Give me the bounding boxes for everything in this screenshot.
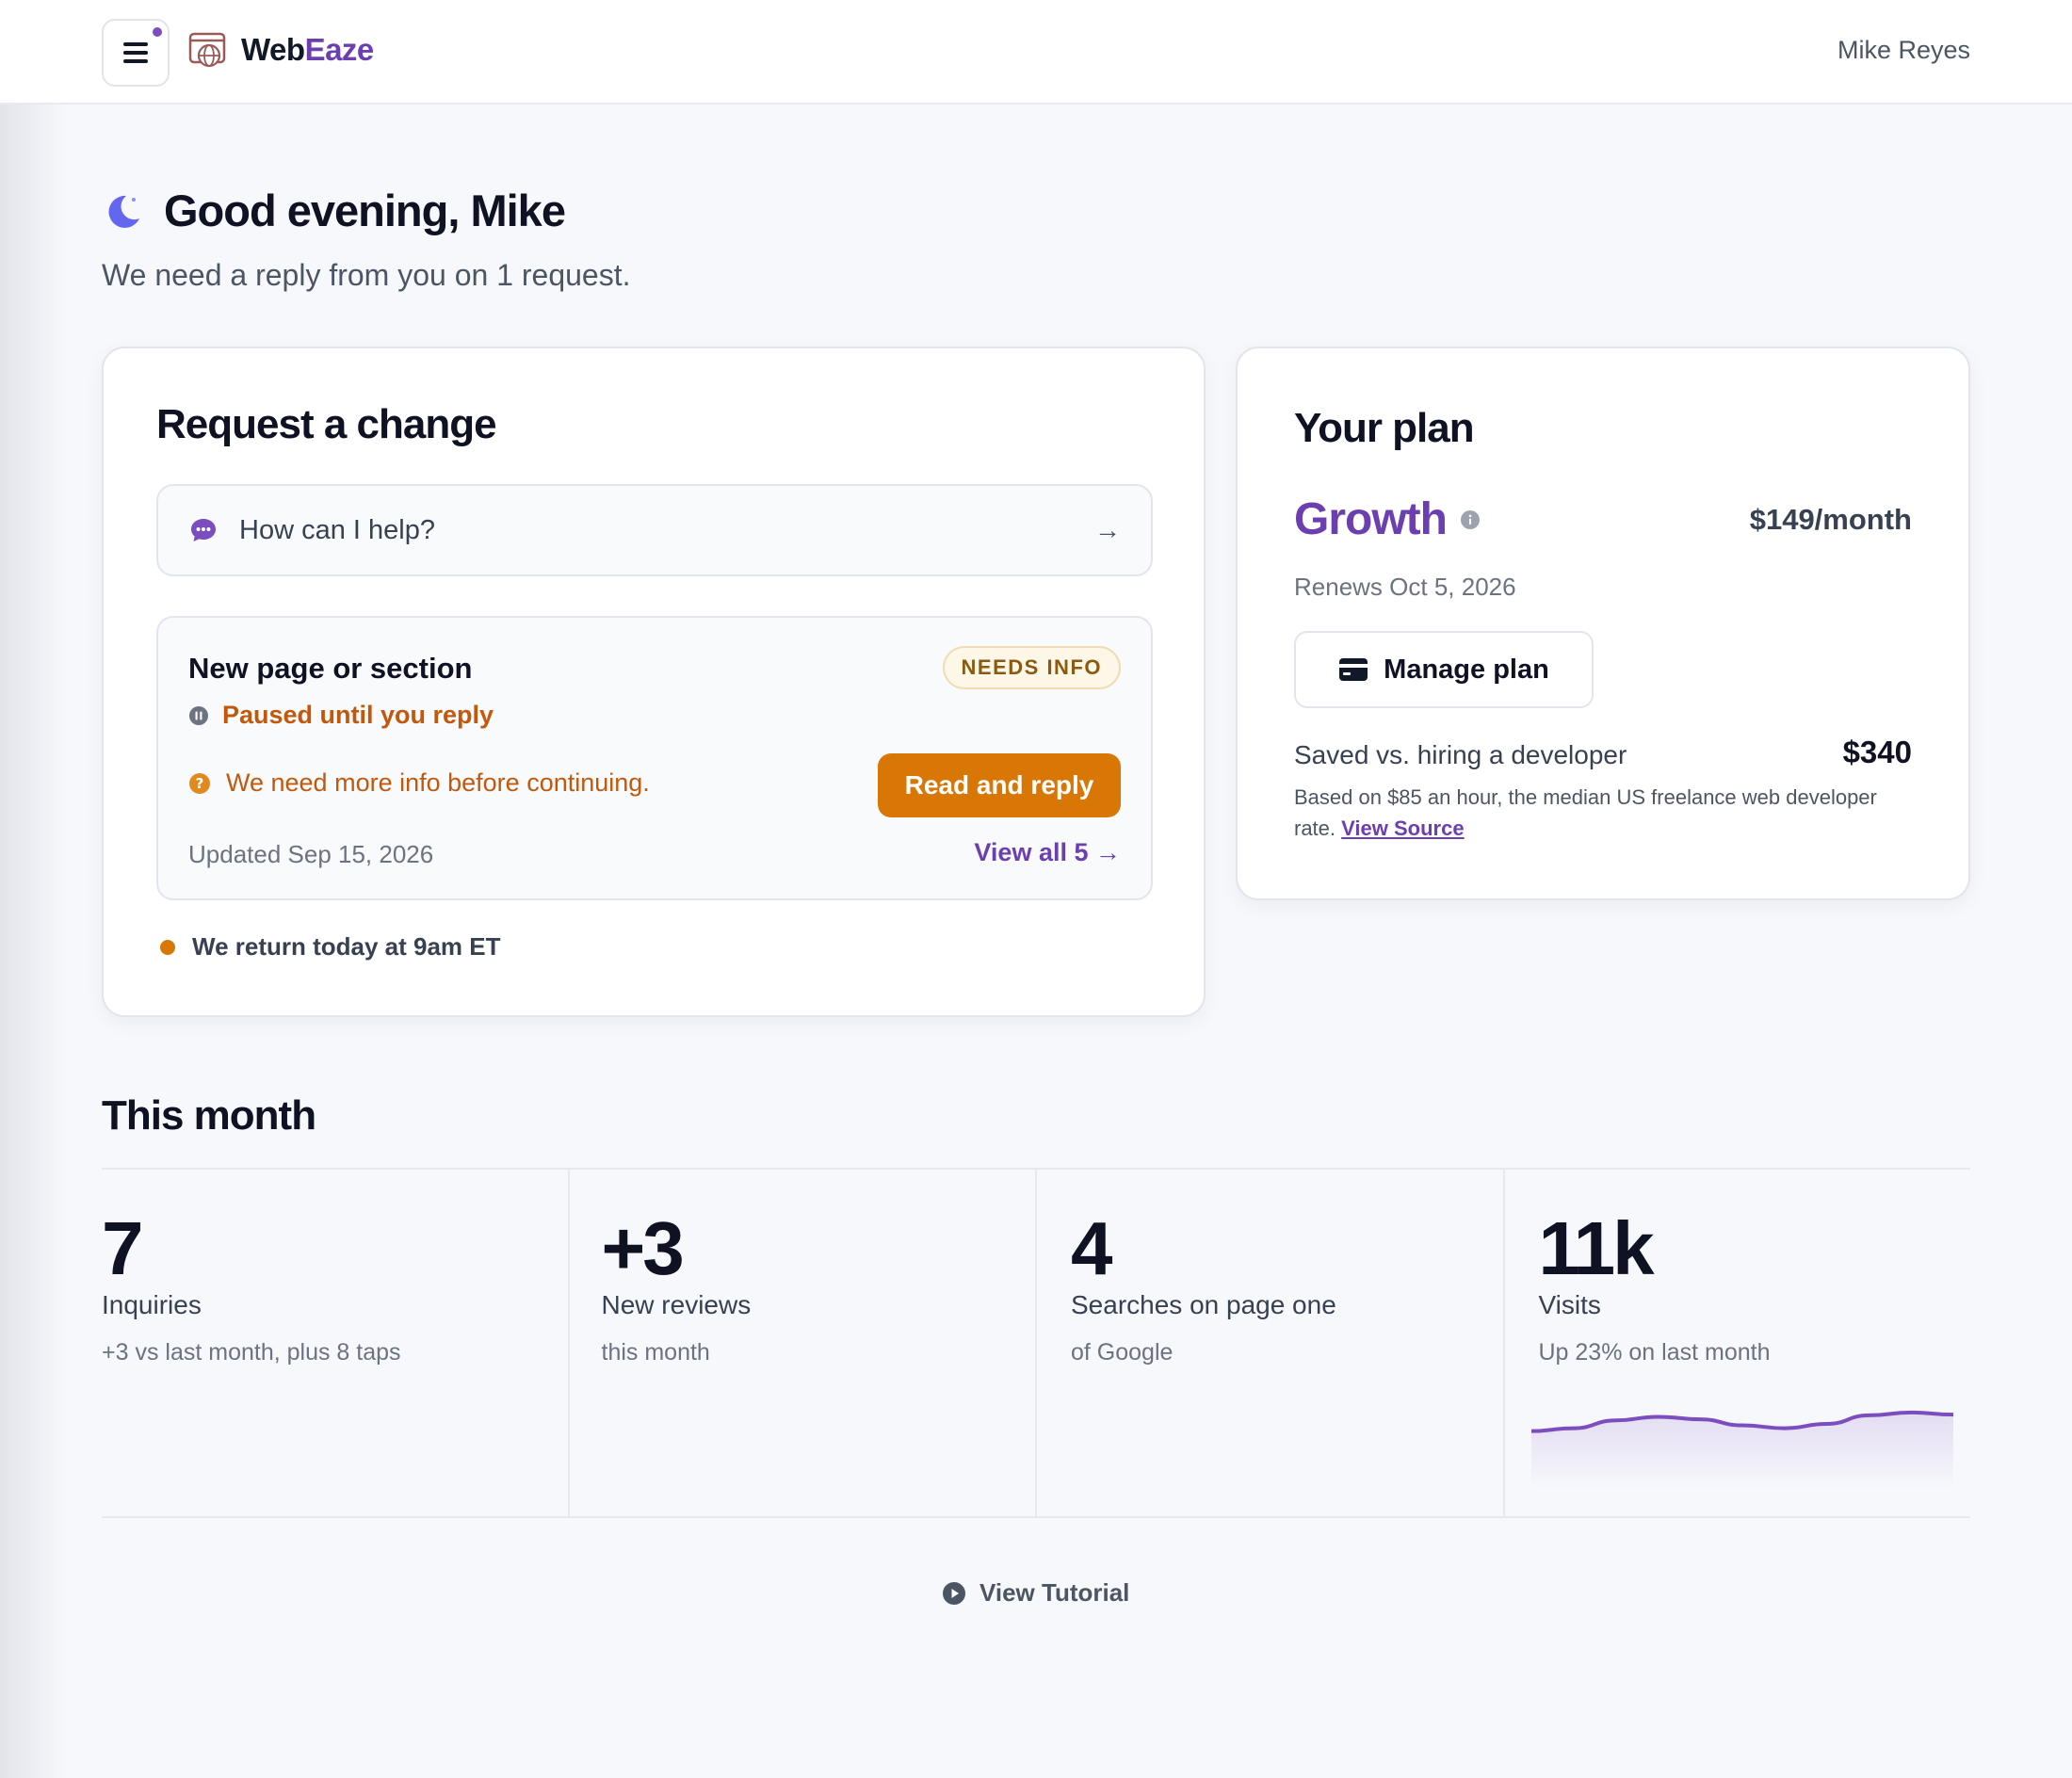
stat-subtext: this month	[601, 1339, 710, 1366]
stat-label: Inquiries	[102, 1290, 202, 1319]
plan-card-title: Your plan	[1294, 405, 1475, 451]
notification-dot	[151, 25, 164, 39]
info-icon[interactable]	[1460, 509, 1481, 530]
paused-status: Paused until you reply	[188, 701, 494, 730]
return-status: We return today at 9am ET	[160, 932, 501, 962]
view-tutorial-button[interactable]: View Tutorial	[942, 1578, 1129, 1608]
question-icon: ?	[189, 772, 210, 794]
visits-sparkline	[1530, 1410, 1953, 1490]
moon-icon	[108, 195, 139, 228]
stat-value: 7	[102, 1206, 143, 1290]
greeting: Good evening, Mike	[102, 185, 566, 236]
stat-inquiries: 7 Inquiries +3 vs last month, plus 8 tap…	[102, 1170, 570, 1516]
this-month-title: This month	[102, 1092, 316, 1139]
monthly-stats: 7 Inquiries +3 vs last month, plus 8 tap…	[102, 1168, 1970, 1518]
stat-value: 4	[1071, 1206, 1112, 1290]
brand-logo[interactable]: WebEaze	[188, 30, 374, 70]
request-item: New page or section NEEDS INFO Paused un…	[156, 616, 1153, 900]
updated-date: Updated Sep 15, 2026	[188, 840, 434, 868]
greeting-subtitle: We need a reply from you on 1 request.	[102, 258, 631, 292]
stat-new-reviews: +3 New reviews this month	[570, 1170, 1037, 1516]
info-needed-text: We need more info before continuing.	[226, 768, 650, 797]
credit-card-icon	[1339, 658, 1368, 681]
plan-card: Your plan Growth $149/month Renews Oct 5…	[1236, 347, 1970, 900]
help-input-box[interactable]: →	[156, 484, 1153, 576]
info-needed: ? We need more info before continuing.	[188, 768, 650, 798]
greeting-title: Good evening, Mike	[164, 186, 566, 235]
user-name[interactable]: Mike Reyes	[1837, 36, 1970, 65]
top-bar: WebEaze Mike Reyes	[0, 0, 2072, 105]
stat-value: +3	[601, 1206, 685, 1290]
stat-value: 11k	[1538, 1206, 1655, 1290]
view-source-link[interactable]: View Source	[1341, 816, 1464, 840]
stat-label: New reviews	[601, 1290, 752, 1319]
brand-name: WebEaze	[241, 32, 374, 67]
view-all-link[interactable]: View all 5 →	[974, 838, 1121, 867]
svg-text:?: ?	[196, 775, 204, 792]
request-change-card: Request a change → New page or section N…	[102, 347, 1206, 1017]
manage-plan-button[interactable]: Manage plan	[1294, 631, 1594, 708]
left-edge-shadow	[0, 0, 66, 1778]
return-text: We return today at 9am ET	[192, 932, 501, 961]
savings-note: Based on $85 an hour, the median US free…	[1294, 785, 1877, 840]
status-badge: NEEDS INFO	[942, 646, 1121, 689]
stat-subtext: Up 23% on last month	[1538, 1339, 1771, 1366]
stat-label: Searches on page one	[1071, 1290, 1336, 1319]
hamburger-menu-icon	[123, 42, 148, 63]
stat-google-searches: 4 Searches on page one of Google	[1037, 1170, 1505, 1516]
plan-name-row: Growth	[1294, 493, 1481, 545]
renewal-date: Renews Oct 5, 2026	[1294, 573, 1516, 601]
menu-button[interactable]	[102, 19, 170, 87]
play-circle-icon	[943, 1581, 965, 1605]
plan-name: Growth	[1294, 494, 1448, 544]
request-item-title: New page or section	[188, 652, 473, 685]
submit-arrow-icon[interactable]: →	[1094, 515, 1121, 545]
chat-bubble-icon	[191, 519, 216, 541]
read-and-reply-button[interactable]: Read and reply	[878, 753, 1121, 817]
pause-icon	[189, 705, 208, 725]
paused-text: Paused until you reply	[222, 701, 494, 729]
savings-value: $340	[1842, 735, 1912, 769]
stat-label: Visits	[1538, 1290, 1601, 1319]
request-card-title: Request a change	[156, 401, 497, 447]
savings-label: Saved vs. hiring a developer	[1294, 740, 1627, 769]
stat-visits: 11k Visits Up 23% on last month	[1505, 1170, 1971, 1516]
status-dot	[160, 939, 175, 955]
manage-plan-label: Manage plan	[1384, 654, 1549, 685]
view-tutorial-label: View Tutorial	[979, 1578, 1130, 1607]
stat-subtext: of Google	[1071, 1339, 1174, 1366]
plan-price: $149/month	[1749, 503, 1912, 536]
browser-globe-icon	[188, 32, 226, 68]
stat-subtext: +3 vs last month, plus 8 taps	[102, 1339, 401, 1366]
help-input[interactable]	[239, 514, 1094, 546]
